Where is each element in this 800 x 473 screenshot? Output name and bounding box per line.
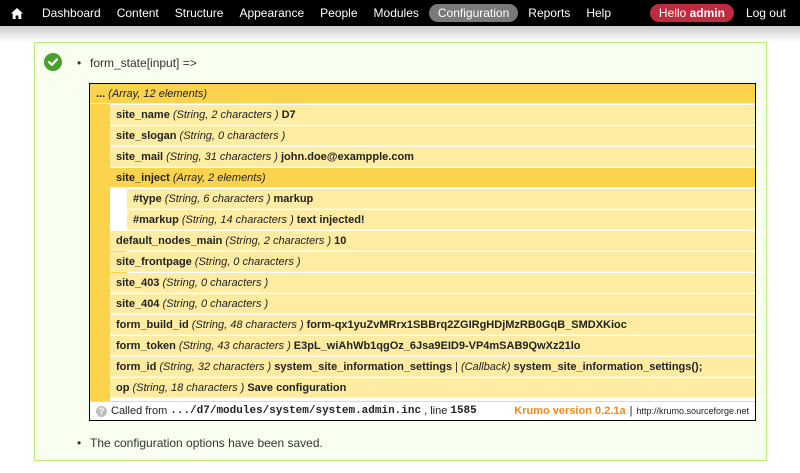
krumo-key: site_404 xyxy=(116,297,160,310)
krumo-value: text injected! xyxy=(296,213,365,226)
krumo-key: form_id xyxy=(116,360,157,373)
toolbar-item-configuration[interactable]: Configuration xyxy=(428,4,519,22)
krumo-type: (String, 43 characters ) xyxy=(178,339,291,352)
krumo-key: site_name xyxy=(116,108,170,121)
krumo-version-link[interactable]: Krumo version 0.2.1a xyxy=(514,405,625,417)
krumo-key: ... xyxy=(96,87,106,100)
krumo-value: Save configuration xyxy=(247,381,347,394)
toolbar-item-content[interactable]: Content xyxy=(109,0,167,26)
krumo-row: site_mail (String, 31 characters ) john.… xyxy=(110,147,755,167)
krumo-separator: | xyxy=(455,360,458,373)
krumo-type: (String, 48 characters ) xyxy=(191,318,304,331)
krumo-key: site_403 xyxy=(116,276,160,289)
called-from-label: Called from xyxy=(111,405,168,417)
toolbar-shadow xyxy=(0,26,800,42)
krumo-key: site_slogan xyxy=(116,129,177,142)
message-item-saved: The configuration options have been save… xyxy=(77,436,323,450)
krumo-type: (String, 32 characters ) xyxy=(159,360,272,373)
krumo-key: site_mail xyxy=(116,150,164,163)
krumo-type: (String, 18 characters ) xyxy=(132,381,245,394)
help-icon[interactable]: ? xyxy=(96,405,107,417)
check-icon xyxy=(44,53,62,71)
toolbar-item-modules[interactable]: Modules xyxy=(366,0,427,26)
krumo-type: (Array, 12 elements) xyxy=(108,87,207,100)
krumo-row: form_token (String, 43 characters ) E3pL… xyxy=(110,336,755,356)
krumo-type: (String, 0 characters ) xyxy=(162,276,269,289)
krumo-footer: ? Called from .../d7/modules/system/syst… xyxy=(90,401,755,420)
krumo-key: form_token xyxy=(116,339,176,352)
message-item-form-state: form_state[input] => xyxy=(77,56,197,70)
krumo-key: site_frontpage xyxy=(116,255,192,268)
krumo-value: D7 xyxy=(281,108,296,121)
footer-separator: | xyxy=(629,405,633,417)
krumo-row: #type (String, 6 characters ) markup xyxy=(127,189,755,209)
krumo-key: site_inject xyxy=(116,171,170,184)
krumo-value: 10 xyxy=(334,234,347,247)
krumo-type: (String, 0 characters ) xyxy=(194,255,301,268)
toolbar-item-appearance[interactable]: Appearance xyxy=(231,0,312,26)
krumo-gutter xyxy=(90,104,110,401)
krumo-key: form_build_id xyxy=(116,318,189,331)
krumo-callback-type: (Callback) xyxy=(460,360,511,373)
toolbar-item-people[interactable]: People xyxy=(312,0,365,26)
krumo-value: form-qx1yuZvMRrx1SBBrq2ZGIRgHDjMzRB0GqB_… xyxy=(306,318,627,331)
krumo-row: site_403 (String, 0 characters ) xyxy=(110,273,755,293)
krumo-row: site_404 (String, 0 characters ) xyxy=(110,294,755,314)
greeting-user: admin xyxy=(689,6,725,20)
krumo-site-link[interactable]: http://krumo.sourceforge.net xyxy=(636,406,749,416)
krumo-key: op xyxy=(116,381,130,394)
krumo-row: form_build_id (String, 48 characters ) f… xyxy=(110,315,755,335)
krumo-key: #type xyxy=(133,192,162,205)
krumo-type: (String, 0 characters ) xyxy=(162,297,269,310)
toolbar-item-structure[interactable]: Structure xyxy=(167,0,232,26)
status-message: form_state[input] => ... (Array, 12 elem… xyxy=(34,42,767,461)
toolbar-item-dashboard[interactable]: Dashboard xyxy=(34,0,109,26)
krumo-row: site_name (String, 2 characters ) D7 xyxy=(110,105,755,125)
toolbar-item-reports[interactable]: Reports xyxy=(520,0,578,26)
krumo-row: default_nodes_main (String, 2 characters… xyxy=(110,231,755,251)
krumo-value: markup xyxy=(273,192,314,205)
krumo-type: (String, 31 characters ) xyxy=(166,150,278,163)
krumo-row: site_frontpage (String, 0 characters ) xyxy=(110,252,755,272)
user-greeting-badge[interactable]: Hello admin xyxy=(649,4,734,22)
krumo-type: (Array, 2 elements) xyxy=(172,171,266,184)
krumo-row: form_id (String, 32 characters ) system_… xyxy=(110,357,755,377)
krumo-root[interactable]: ... (Array, 12 elements) xyxy=(90,84,755,104)
krumo-type: (String, 2 characters ) xyxy=(172,108,279,121)
krumo-value: E3pL_wiAhWb1qgOz_6Jsa9EID9-VP4mSAB9QwXz2… xyxy=(293,339,581,352)
krumo-value: john.doe@exampple.com xyxy=(280,150,414,163)
line-number: 1585 xyxy=(450,405,477,417)
krumo-key: default_nodes_main xyxy=(116,234,223,247)
krumo-row: site_slogan (String, 0 characters ) xyxy=(110,126,755,146)
home-icon[interactable] xyxy=(0,0,34,26)
krumo-type: (String, 6 characters ) xyxy=(164,192,271,205)
krumo-type: (String, 14 characters ) xyxy=(181,213,294,226)
called-from-path: .../d7/modules/system/system.admin.inc xyxy=(170,405,422,417)
krumo-value: system_site_information_settings xyxy=(274,360,453,373)
line-label: , line xyxy=(424,405,448,417)
krumo-type: (String, 2 characters ) xyxy=(225,234,332,247)
krumo-row: #markup (String, 14 characters ) text in… xyxy=(127,210,755,230)
krumo-dump: ... (Array, 12 elements) site_name (Stri… xyxy=(89,83,756,421)
greeting-prefix: Hello xyxy=(658,6,687,20)
krumo-callback: system_site_information_settings(); xyxy=(513,360,703,373)
krumo-type: (String, 0 characters ) xyxy=(179,129,286,142)
logout-link[interactable]: Log out xyxy=(740,6,800,20)
krumo-key: #markup xyxy=(133,213,179,226)
admin-toolbar: Dashboard Content Structure Appearance P… xyxy=(0,0,800,26)
toolbar-item-help[interactable]: Help xyxy=(578,0,619,26)
krumo-row-expandable[interactable]: site_inject (Array, 2 elements) xyxy=(110,168,755,188)
krumo-row: op (String, 18 characters ) Save configu… xyxy=(110,378,755,398)
